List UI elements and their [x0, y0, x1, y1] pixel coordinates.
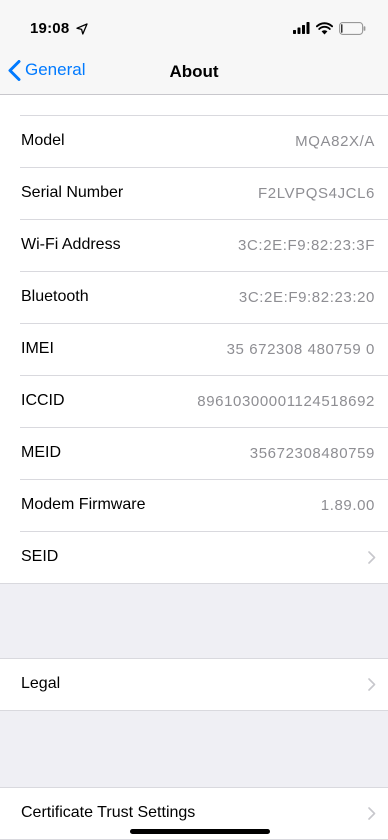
list-item-seid[interactable]: SEID — [0, 532, 388, 584]
row-value: 1.89.00 — [320, 497, 375, 514]
row-value: 3C:2E:F9:82:23:20 — [238, 289, 375, 306]
section-spacer — [0, 584, 388, 658]
row-label: MEID — [21, 444, 61, 461]
row-label: Legal — [21, 675, 61, 692]
wifi-icon — [316, 21, 333, 34]
row-label: ICCID — [21, 392, 65, 409]
row-label: Bluetooth — [21, 288, 89, 305]
status-time: 19:08 — [30, 20, 70, 37]
about-screen: Carrier Vodafone 32.0 Model MQA82X/A Ser… — [0, 0, 388, 840]
chevron-right-icon — [368, 807, 376, 820]
section-spacer — [0, 711, 388, 787]
row-value: MQA82X/A — [295, 133, 375, 150]
home-indicator[interactable] — [130, 829, 270, 834]
location-arrow-icon — [76, 23, 88, 35]
list-item-imei[interactable]: IMEI 35 672308 480759 0 — [0, 324, 388, 376]
row-value: F2LVPQS4JCL6 — [258, 185, 375, 202]
list-item-model[interactable]: Model MQA82X/A — [0, 116, 388, 168]
cellular-signal-icon — [293, 22, 310, 34]
row-label: SEID — [21, 548, 59, 565]
row-label: IMEI — [21, 340, 54, 357]
chevron-right-icon — [368, 678, 376, 691]
page-title: About — [169, 62, 219, 81]
row-value: 35 672308 480759 0 — [226, 341, 375, 358]
list-item-bluetooth[interactable]: Bluetooth 3C:2E:F9:82:23:20 — [0, 272, 388, 324]
navigation-bar: General About — [0, 46, 388, 95]
list-item-iccid[interactable]: ICCID 89610300001124518692 — [0, 376, 388, 428]
row-label: Model — [21, 132, 65, 149]
list-item-meid[interactable]: MEID 35672308480759 — [0, 428, 388, 480]
status-icons — [293, 21, 366, 35]
list-item-legal[interactable]: Legal — [0, 658, 388, 711]
row-label: Modem Firmware — [21, 496, 146, 513]
chevron-right-icon — [368, 551, 376, 564]
status-bar: 19:08 — [0, 0, 388, 46]
row-label: Wi-Fi Address — [21, 236, 121, 253]
battery-icon — [339, 21, 366, 35]
row-value: 89610300001124518692 — [197, 393, 375, 410]
list-item-serial-number[interactable]: Serial Number F2LVPQS4JCL6 — [0, 168, 388, 220]
list-item-wifi-address[interactable]: Wi-Fi Address 3C:2E:F9:82:23:3F — [0, 220, 388, 272]
row-value: 3C:2E:F9:82:23:3F — [238, 237, 375, 254]
row-label: Certificate Trust Settings — [21, 804, 196, 821]
settings-list: Carrier Vodafone 32.0 Model MQA82X/A Ser… — [0, 64, 388, 840]
row-label: Serial Number — [21, 184, 124, 201]
list-item-modem-firmware[interactable]: Modem Firmware 1.89.00 — [0, 480, 388, 532]
row-value: 35672308480759 — [249, 445, 375, 462]
